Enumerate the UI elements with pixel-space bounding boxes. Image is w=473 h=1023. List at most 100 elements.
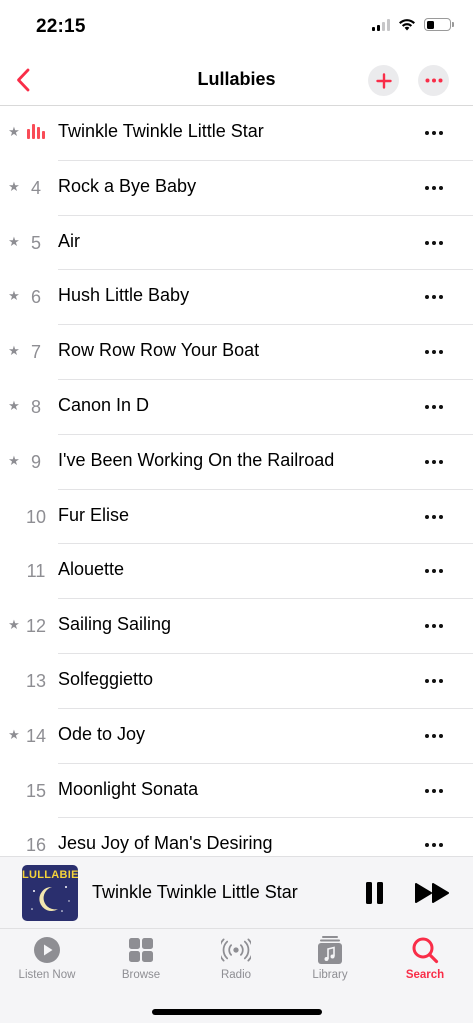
favorite-star-icon: ★ [8,726,20,742]
track-title: Twinkle Twinkle Little Star [58,121,264,141]
mini-player[interactable]: LULLABIES Twinkle Twinkle Little Star [0,856,473,928]
tab-browse[interactable]: Browse [94,935,188,991]
forward-button[interactable] [414,881,452,905]
ellipsis-icon-dot [425,240,429,245]
track-title: Ode to Joy [58,723,146,744]
add-button[interactable] [368,65,399,96]
track-number: 7 [30,342,41,363]
ellipsis-icon-dot [425,678,429,683]
track-number: 9 [30,451,41,472]
track-more-button[interactable] [418,122,450,144]
tab-label: Listen Now [18,969,76,981]
ellipsis-icon-dot [439,788,443,793]
track-more-button[interactable] [418,560,450,582]
track-number: 6 [30,287,41,308]
favorite-star-icon: ★ [8,178,20,194]
ellipsis-icon-dot [432,295,436,300]
ellipsis-icon-dot [425,624,429,629]
track-number: 11 [26,561,46,582]
ellipsis-icon-dot [425,459,429,464]
radio-icon [221,938,251,962]
ellipsis-icon-dot [425,185,429,190]
track-more-button[interactable] [418,451,450,473]
track-more-button[interactable] [418,834,450,856]
track-row[interactable]: 11 Alouette [0,544,473,600]
favorite-star-icon: ★ [8,124,20,139]
ellipsis-icon-dot [439,514,443,519]
track-title: Alouette [58,559,125,580]
track-row[interactable]: 10 Fur Elise [0,490,473,545]
track-row[interactable]: ★ 9 I've Been Working On the Railroad [0,435,473,490]
tab-radio[interactable]: Radio [189,935,283,991]
track-row[interactable]: ★ 12 Sailing Sailing [0,599,473,654]
ellipsis-icon-dot [432,131,436,135]
track-number: 5 [30,232,41,253]
ellipsis-icon-dot [439,131,443,135]
track-row[interactable]: ★ Twinkle Twinkle Little Star [0,106,473,161]
track-row[interactable]: 13 Solfeggietto [0,654,473,709]
ellipsis-icon-dot [432,569,436,574]
tab-library[interactable]: Library [283,935,377,991]
track-title: Sailing Sailing [58,614,172,635]
battery-icon [424,18,454,31]
ellipsis-icon-dot [439,733,443,738]
tab-search[interactable]: Search [378,935,472,991]
nav-bar: Lullabies [0,56,473,106]
ellipsis-icon-dot [432,733,436,738]
track-title: Jesu Joy of Man's Desiring [58,833,273,854]
ellipsis-icon-dot [425,295,429,300]
cellular-signal-icon [372,18,390,31]
status-icons [372,18,454,31]
tab-listen-now[interactable]: Listen Now [0,935,94,991]
favorite-star-icon: ★ [8,233,20,249]
track-number: 8 [30,396,41,417]
plus-icon [375,72,392,89]
track-row[interactable]: ★ 6 Hush Little Baby [0,270,473,326]
track-title: Hush Little Baby [58,285,190,306]
track-more-button[interactable] [418,341,450,363]
track-row[interactable]: ★ 5 Air [0,216,473,271]
favorite-star-icon: ★ [8,343,20,359]
track-row[interactable]: ★ 14 Ode to Joy [0,709,473,764]
track-more-button[interactable] [418,725,450,747]
ellipsis-icon-dot [432,185,436,190]
track-more-button[interactable] [418,615,450,637]
track-more-button[interactable] [418,177,450,199]
track-more-button[interactable] [418,670,450,692]
track-row[interactable]: ★ 7 Row Row Row Your Boat [0,325,473,380]
grid-icon [129,938,153,962]
pause-button[interactable] [360,879,388,907]
ellipsis-icon-dot [425,404,429,409]
track-title: Canon In D [58,394,150,415]
page-title: Lullabies [197,69,276,89]
track-number: 12 [25,616,47,637]
track-number: 10 [25,506,47,527]
moon-icon [31,886,70,912]
track-more-button[interactable] [418,232,450,254]
track-row[interactable]: ★ 8 Canon In D [0,380,473,435]
album-artwork[interactable]: LULLABIES [22,865,78,921]
ellipsis-icon-dot [439,843,443,848]
ellipsis-icon-dot [425,843,429,848]
track-more-button[interactable] [418,396,450,418]
ellipsis-icon-dot [439,350,443,355]
now-playing-title[interactable]: Twinkle Twinkle Little Star [92,882,298,903]
track-more-button[interactable] [418,286,450,308]
ellipsis-icon-dot [432,624,436,629]
track-title: Solfeggietto [58,668,154,689]
pause-icon [365,882,372,904]
ellipsis-icon-dot [439,624,443,629]
track-title: Row Row Row Your Boat [58,340,260,361]
track-title: Rock a Bye Baby [58,175,197,196]
track-row[interactable]: ★ 4 Rock a Bye Baby [0,161,473,216]
ellipsis-icon-dot [425,131,429,135]
track-more-button[interactable] [418,506,450,528]
library-icon [318,936,342,964]
tab-label: Browse [121,969,161,981]
track-row[interactable]: 15 Moonlight Sonata [0,764,473,819]
track-more-button[interactable] [418,780,450,802]
track-row[interactable]: 16 Jesu Joy of Man's Desiring [0,818,473,856]
track-title: Air [58,230,80,251]
favorite-star-icon: ★ [8,397,20,413]
more-options-button[interactable] [418,65,449,96]
